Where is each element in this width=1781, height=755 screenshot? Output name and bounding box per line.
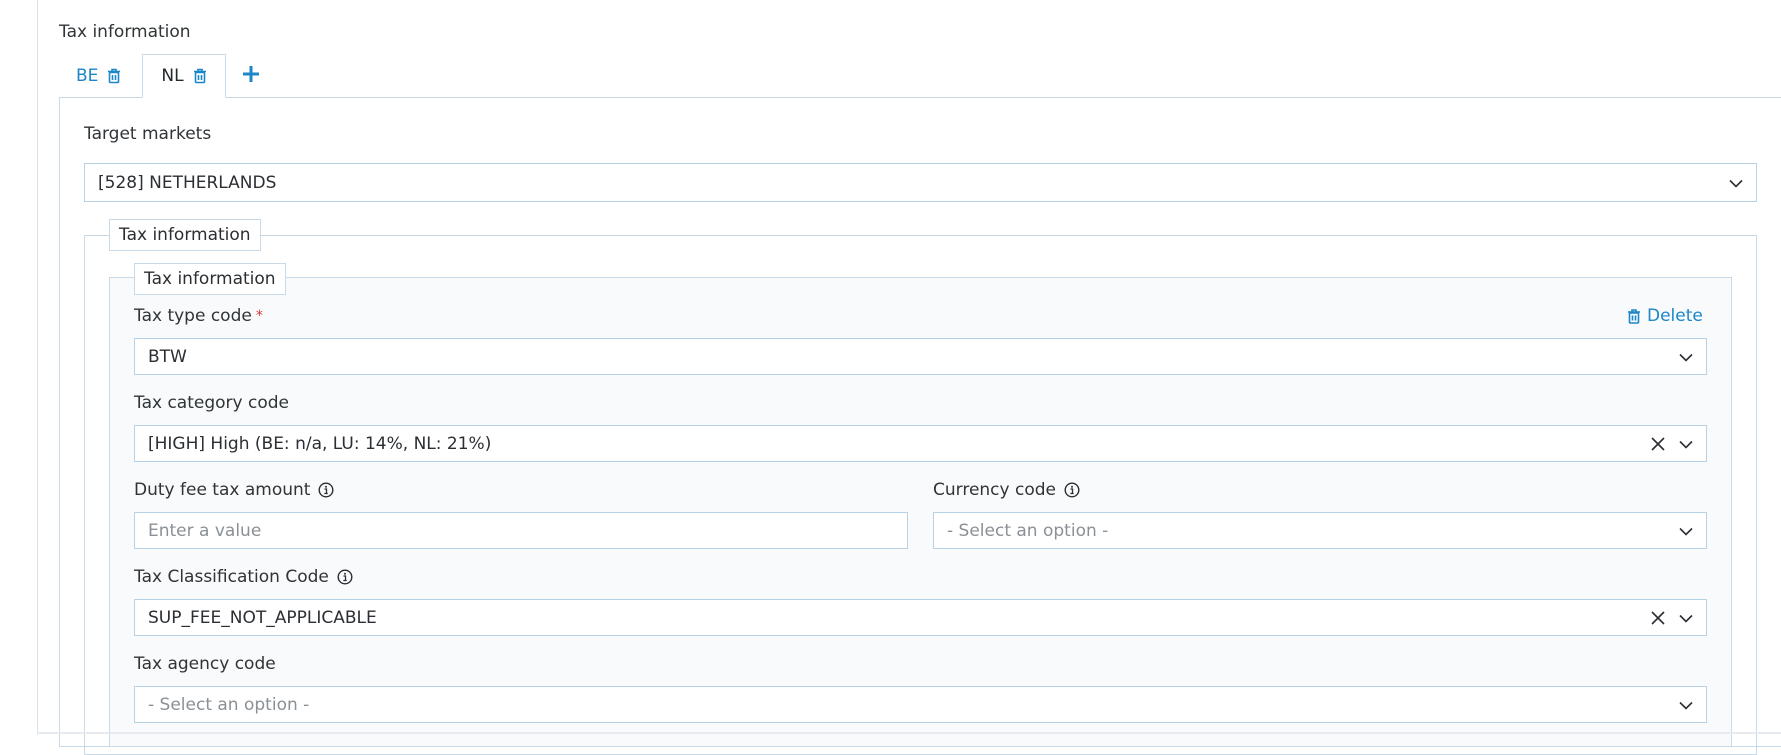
tax-type-code-label: Tax type code * bbox=[134, 306, 263, 326]
target-markets-value: [528] NETHERLANDS bbox=[98, 172, 277, 193]
info-icon[interactable] bbox=[337, 569, 353, 585]
trash-icon bbox=[1627, 308, 1641, 325]
close-icon[interactable] bbox=[1650, 610, 1666, 626]
chevron-down-icon bbox=[1678, 349, 1694, 365]
info-icon[interactable] bbox=[318, 482, 334, 498]
tax-agency-code-label: Tax agency code bbox=[134, 654, 276, 674]
tax-type-code-value: BTW bbox=[148, 346, 187, 367]
tab-label: NL bbox=[161, 66, 184, 86]
tax-type-code-label-text: Tax type code bbox=[134, 306, 252, 326]
tax-category-code-label: Tax category code bbox=[134, 393, 289, 413]
add-tab-button[interactable] bbox=[236, 54, 266, 98]
currency-code-label-text: Currency code bbox=[933, 480, 1056, 500]
close-icon[interactable] bbox=[1650, 436, 1666, 452]
tax-classification-code-label-text: Tax Classification Code bbox=[134, 567, 329, 587]
tax-classification-code-value: SUP_FEE_NOT_APPLICABLE bbox=[148, 607, 377, 628]
plus-icon bbox=[242, 65, 260, 88]
tax-category-code-select[interactable]: [HIGH] High (BE: n/a, LU: 14%, NL: 21%) bbox=[134, 425, 1707, 462]
delete-label: Delete bbox=[1647, 306, 1703, 326]
tab-label: BE bbox=[76, 66, 99, 86]
outer-fieldset-legend: Tax information bbox=[109, 219, 261, 251]
page-left-border bbox=[37, 0, 38, 735]
chevron-down-icon bbox=[1728, 175, 1744, 191]
currency-code-select[interactable]: - Select an option - bbox=[933, 512, 1707, 549]
section-title: Tax information bbox=[59, 22, 191, 42]
trash-icon[interactable] bbox=[107, 68, 121, 84]
currency-code-placeholder: - Select an option - bbox=[947, 520, 1109, 541]
info-icon[interactable] bbox=[1064, 482, 1080, 498]
tab-be[interactable]: BE bbox=[60, 54, 121, 98]
inner-fieldset-legend: Tax information bbox=[134, 263, 286, 295]
page-bottom-border bbox=[37, 732, 1781, 734]
target-markets-select[interactable]: [528] NETHERLANDS bbox=[84, 163, 1757, 202]
duty-fee-tax-amount-label-text: Duty fee tax amount bbox=[134, 480, 311, 500]
currency-code-label: Currency code bbox=[933, 480, 1080, 500]
tax-type-code-select[interactable]: BTW bbox=[134, 338, 1707, 375]
delete-button[interactable]: Delete bbox=[1627, 306, 1703, 326]
tab-nl[interactable]: NL bbox=[142, 54, 226, 98]
chevron-down-icon bbox=[1678, 436, 1694, 452]
tax-classification-code-label: Tax Classification Code bbox=[134, 567, 353, 587]
duty-fee-tax-amount-input[interactable] bbox=[134, 512, 908, 549]
required-indicator: * bbox=[255, 308, 263, 324]
tax-category-code-value: [HIGH] High (BE: n/a, LU: 14%, NL: 21%) bbox=[148, 433, 492, 454]
tax-agency-code-select[interactable]: - Select an option - bbox=[134, 686, 1707, 723]
tax-classification-code-select[interactable]: SUP_FEE_NOT_APPLICABLE bbox=[134, 599, 1707, 636]
trash-icon[interactable] bbox=[193, 68, 207, 84]
tax-agency-code-placeholder: - Select an option - bbox=[148, 694, 310, 715]
chevron-down-icon bbox=[1678, 610, 1694, 626]
chevron-down-icon bbox=[1678, 697, 1694, 713]
chevron-down-icon bbox=[1678, 523, 1694, 539]
target-markets-label: Target markets bbox=[84, 124, 212, 144]
duty-fee-tax-amount-label: Duty fee tax amount bbox=[134, 480, 334, 500]
